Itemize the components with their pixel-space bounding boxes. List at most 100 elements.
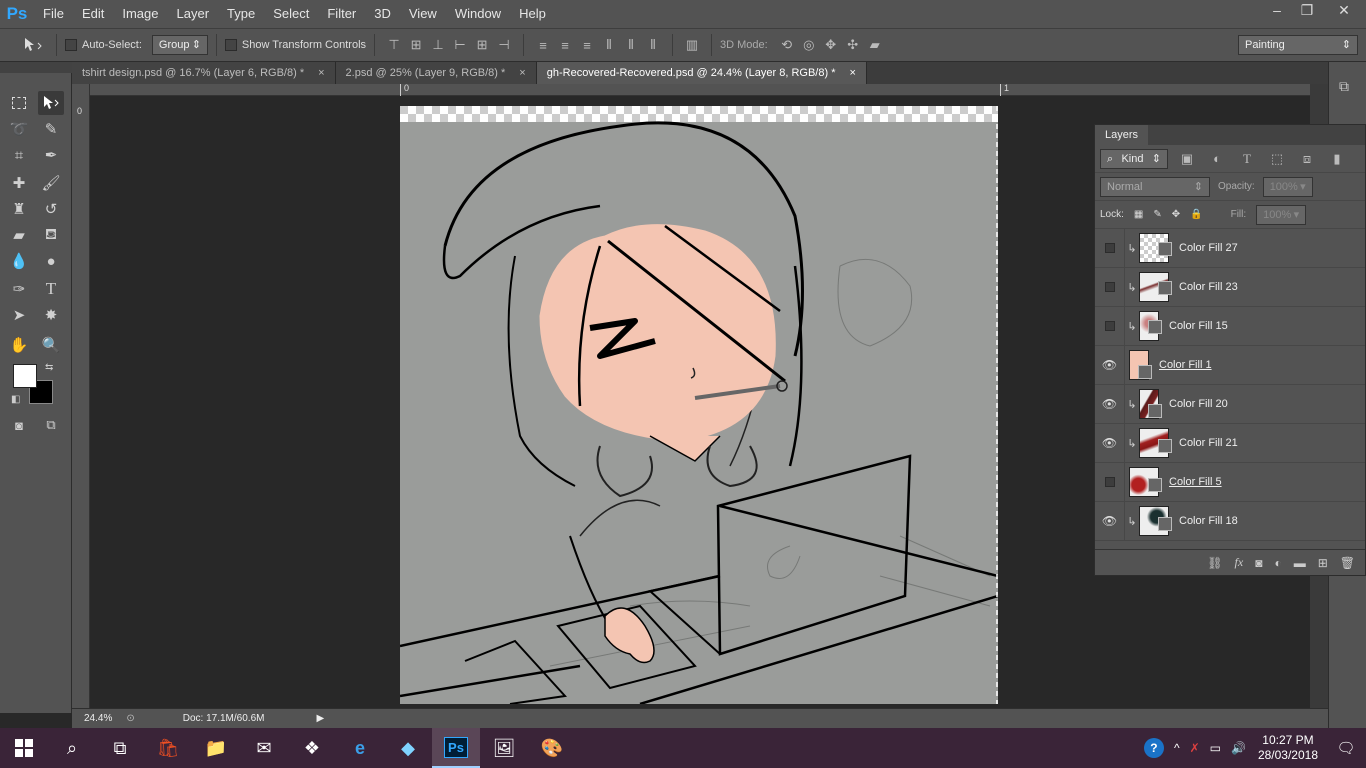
layer-row[interactable]: ↳ Color Fill 15 [1095,306,1365,346]
layer-row[interactable]: 👁 ↳ Color Fill 21 [1095,423,1365,463]
file-explorer-icon[interactable]: 📁 [192,728,240,768]
zoom-level[interactable]: 24.4% [84,713,112,724]
add-mask-icon[interactable]: ◙ [1255,556,1262,570]
menu-3d[interactable]: 3D [365,0,400,28]
lock-transparent-icon[interactable]: ▦ [1134,209,1143,220]
distribute-left-icon[interactable]: ⫴ [598,34,620,56]
mail-icon[interactable]: ✉ [240,728,288,768]
filter-adjustment-icon[interactable]: ◐ [1206,148,1228,170]
healing-brush-tool-icon[interactable]: ✚ [6,171,32,195]
paint-icon[interactable]: 🎨 [528,728,576,768]
filter-shape-icon[interactable]: ⬚ [1266,148,1288,170]
auto-select-checkbox[interactable] [65,39,77,51]
distribute-bottom-icon[interactable]: ≡ [576,34,598,56]
task-view-icon[interactable]: ⧉ [96,728,144,768]
camera-3d-icon[interactable]: ▰ [864,34,886,56]
tab-close-icon[interactable]: × [318,62,324,84]
notifications-icon[interactable]: 🗨 [1326,739,1366,757]
lock-position-icon[interactable]: ✥ [1172,209,1180,220]
menu-layer[interactable]: Layer [168,0,219,28]
tab-2psd[interactable]: 2.psd @ 25% (Layer 9, RGB/8) * × [335,62,537,84]
show-transform-checkbox[interactable] [224,39,237,51]
align-hcenter-icon[interactable]: ⊞ [471,34,493,56]
screen-mode-icon[interactable]: ⧉ [38,413,64,437]
edge-icon[interactable]: e [336,728,384,768]
blend-mode-dropdown[interactable]: Normal ⇕ [1100,176,1210,197]
layer-row[interactable]: ↳ Color Fill 23 [1095,267,1365,307]
slide-3d-icon[interactable]: ✣ [842,34,864,56]
layer-row[interactable]: 👁 Color Fill 1 [1095,345,1365,385]
crop-tool-icon[interactable]: ⌗ [6,143,32,167]
eraser-tool-icon[interactable]: ▰ [6,223,32,247]
tools-grip[interactable] [0,62,72,73]
foreground-color-swatch[interactable] [13,364,37,388]
clone-stamp-tool-icon[interactable]: ♜ [6,197,32,221]
layer-row[interactable]: 👁 ↳ Color Fill 20 [1095,384,1365,424]
menu-image[interactable]: Image [113,0,167,28]
filter-kind-dropdown[interactable]: ⌕ Kind ⇕ [1100,148,1168,169]
start-button-icon[interactable] [0,728,48,768]
tab-gh-recovered[interactable]: gh-Recovered-Recovered.psd @ 24.4% (Laye… [536,62,867,84]
menu-view[interactable]: View [400,0,446,28]
vertical-ruler[interactable]: 0 [72,84,90,708]
marquee-tool-icon[interactable] [6,91,32,115]
layer-row[interactable]: 👁 ↳ Color Fill 18 [1095,501,1365,541]
menu-filter[interactable]: Filter [318,0,365,28]
path-select-tool-icon[interactable]: ➤ [6,303,32,327]
type-tool-icon[interactable]: T [38,277,64,301]
pan-3d-icon[interactable]: ✥ [820,34,842,56]
quick-select-tool-icon[interactable]: ✎ [38,117,64,141]
help-icon[interactable]: ? [1143,738,1164,758]
distribute-right-icon[interactable]: ⫴ [642,34,664,56]
lock-image-icon[interactable]: ✎ [1153,209,1161,220]
auto-align-icon[interactable]: ▥ [681,34,703,56]
photoshop-taskbar-icon[interactable]: Ps [432,728,480,768]
distribute-hcenter-icon[interactable]: ⫴ [620,34,642,56]
workspace-dropdown[interactable]: Painting ⇕ [1238,35,1358,55]
tab-close-icon[interactable]: × [519,62,525,84]
filter-type-icon[interactable]: T [1236,148,1258,170]
menu-help[interactable]: Help [510,0,555,28]
visibility-toggle[interactable] [1095,228,1125,268]
clock[interactable]: 10:27 PM 28/03/2018 [1250,733,1326,763]
dodge-tool-icon[interactable]: ● [38,249,64,273]
fill-field[interactable]: 100% ▾ [1256,204,1307,225]
network-icon[interactable]: ✗ [1190,741,1200,755]
layer-row[interactable]: Color Fill 5 [1095,462,1365,502]
visibility-toggle[interactable]: 👁 [1095,423,1125,463]
opacity-field[interactable]: 100% ▾ [1262,176,1313,197]
search-icon[interactable]: ⌕ [48,728,96,768]
menu-window[interactable]: Window [446,0,510,28]
menu-select[interactable]: Select [264,0,318,28]
export-icon[interactable]: ⊙ [126,713,134,724]
new-layer-icon[interactable]: ⊞ [1318,556,1328,570]
hand-tool-icon[interactable]: ✋ [6,333,32,357]
distribute-vcenter-icon[interactable]: ≡ [554,34,576,56]
visibility-toggle[interactable] [1095,462,1125,502]
brush-tool-icon[interactable]: 🖌 [38,171,64,195]
lock-all-icon[interactable]: 🔒 [1190,209,1202,220]
restore-button[interactable]: ❐ [1292,0,1322,20]
move-tool-preset-icon[interactable] [18,34,48,56]
roll-3d-icon[interactable]: ◎ [798,34,820,56]
visibility-toggle[interactable]: 👁 [1095,345,1125,385]
dropbox-icon[interactable]: ❖ [288,728,336,768]
app-icon[interactable]: ◆ [384,728,432,768]
visibility-toggle[interactable]: 👁 [1095,501,1125,541]
store-icon[interactable]: 🛍 [144,728,192,768]
fx-icon[interactable]: fx [1235,555,1244,570]
blur-tool-icon[interactable]: 💧 [6,249,32,273]
zoom-tool-icon[interactable]: 🔍 [38,333,64,357]
history-brush-tool-icon[interactable]: ↺ [38,197,64,221]
horizontal-ruler[interactable]: 0 1 [90,83,1310,96]
align-vcenter-icon[interactable]: ⊞ [405,34,427,56]
visibility-toggle[interactable]: 👁 [1095,384,1125,424]
auto-select-dropdown[interactable]: Group ⇕ [151,35,208,55]
quick-mask-icon[interactable]: ◙ [6,413,32,437]
adjustment-layer-icon[interactable]: ◐ [1274,556,1281,570]
move-tool-icon[interactable] [38,91,64,115]
lasso-tool-icon[interactable]: ➰ [6,117,32,141]
filter-toggle-icon[interactable]: ▮ [1326,148,1348,170]
swap-colors-icon[interactable]: ⇆ [45,362,53,373]
orbit-3d-icon[interactable]: ⟲ [776,34,798,56]
